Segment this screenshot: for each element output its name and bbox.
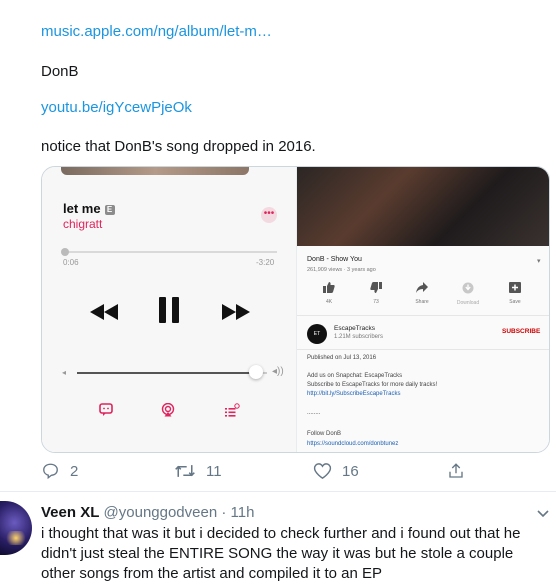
- likes-count-label: 4K: [325, 299, 333, 305]
- progress-knob: [61, 248, 69, 256]
- reply-text: i thought that was it but i decided to c…: [41, 525, 521, 582]
- reply-author[interactable]: Veen XL @younggodveen · 11h: [41, 503, 254, 523]
- divider: [297, 349, 549, 350]
- video-thumbnail: [297, 167, 549, 246]
- dislikes-count-label: 73: [373, 299, 379, 305]
- thumbs-down-icon: 73: [361, 282, 391, 305]
- youtube-video-title: DonB - Show You: [307, 256, 362, 263]
- reply-button[interactable]: 2: [41, 462, 78, 480]
- reply-icon: [43, 463, 58, 480]
- reply-count: 2: [70, 462, 79, 480]
- youtube-views: 261,909 views · 3 years ago: [307, 267, 376, 273]
- media-attachments[interactable]: let me E chigratt ••• 0:06 -3:20 ◂ ◂)) D…: [41, 166, 550, 453]
- retweet-button[interactable]: 11: [174, 462, 222, 480]
- description-separator: ........: [307, 410, 321, 416]
- channel-name: EscapeTracks: [334, 325, 375, 332]
- volume-bar: [77, 372, 257, 374]
- time-remaining: -3:20: [256, 258, 275, 267]
- heart-icon: [313, 463, 332, 479]
- channel-avatar: ET: [307, 324, 327, 344]
- explicit-badge: E: [104, 205, 115, 215]
- published-date: Published on Jul 13, 2016: [307, 355, 377, 361]
- tweet-line-notice: notice that DonB's song dropped in 2016.: [41, 138, 316, 155]
- description-line: Subscribe to EscapeTracks for more daily…: [307, 382, 438, 388]
- description-link: http://bit.ly/SubscribeEscapeTracks: [307, 391, 401, 397]
- pause-icon: [158, 297, 180, 328]
- save-label: Save: [509, 299, 521, 305]
- lyrics-icon: [98, 403, 114, 419]
- cut-off-text-fragment: w: [41, 0, 52, 3]
- apple-music-screenshot[interactable]: let me E chigratt ••• 0:06 -3:20 ◂ ◂)): [42, 167, 297, 452]
- airplay-icon: [160, 402, 176, 419]
- subscribe-button: SUBSCRIBE: [502, 328, 541, 335]
- song-progress-bar: [61, 248, 277, 256]
- download-icon: Download: [453, 282, 483, 306]
- song-title: let me E: [63, 201, 115, 216]
- description-line: Add us on Snapchat: EscapeTracks: [307, 373, 403, 379]
- thumbs-up-icon: 4K: [314, 282, 344, 305]
- apple-music-link[interactable]: music.apple.com/ng/album/let-m…: [41, 22, 272, 42]
- rewind-icon: [90, 301, 118, 325]
- share-tweet-icon: [449, 463, 463, 478]
- share-label: Share: [415, 299, 429, 305]
- retweet-icon: [175, 465, 195, 477]
- up-next-queue-icon: [224, 403, 240, 419]
- chevron-down-icon[interactable]: [537, 505, 549, 523]
- volume-knob: [249, 365, 263, 379]
- more-options-icon: •••: [261, 207, 277, 223]
- channel-subscribers: 1.21M subscribers: [334, 334, 384, 340]
- avatar-glow: [4, 531, 28, 545]
- like-button[interactable]: 16: [313, 462, 359, 480]
- album-art-edge: [61, 167, 249, 175]
- fast-forward-icon: [222, 301, 250, 325]
- avatar[interactable]: [0, 501, 32, 555]
- tweet-line-donb: DonB: [41, 63, 79, 80]
- share-icon: Share: [407, 282, 437, 305]
- description-link: https://soundcloud.com/donbtunez: [307, 441, 399, 447]
- time-elapsed: 0:06: [63, 258, 79, 267]
- retweet-count: 11: [206, 462, 222, 480]
- expand-chevron-icon: ▾: [537, 258, 541, 265]
- divider: [297, 315, 549, 316]
- youtube-screenshot[interactable]: DonB - Show You ▾ 261,909 views · 3 year…: [297, 167, 549, 452]
- tweet-divider: [0, 491, 556, 492]
- volume-high-icon: ◂)): [272, 366, 284, 377]
- tweet-actions: 2 11 16: [41, 462, 481, 482]
- like-count: 16: [342, 462, 359, 480]
- save-icon: Save: [500, 282, 530, 305]
- share-button[interactable]: [447, 462, 475, 480]
- download-label: Download: [456, 300, 480, 306]
- youtube-link[interactable]: youtu.be/igYcewPjeOk: [41, 98, 192, 118]
- volume-low-icon: ◂: [62, 368, 67, 377]
- description-line: Follow DonB: [307, 431, 342, 437]
- song-artist: chigratt: [63, 217, 103, 231]
- display-name[interactable]: Veen XL: [41, 504, 99, 521]
- handle-and-time: @younggodveen · 11h: [103, 504, 255, 521]
